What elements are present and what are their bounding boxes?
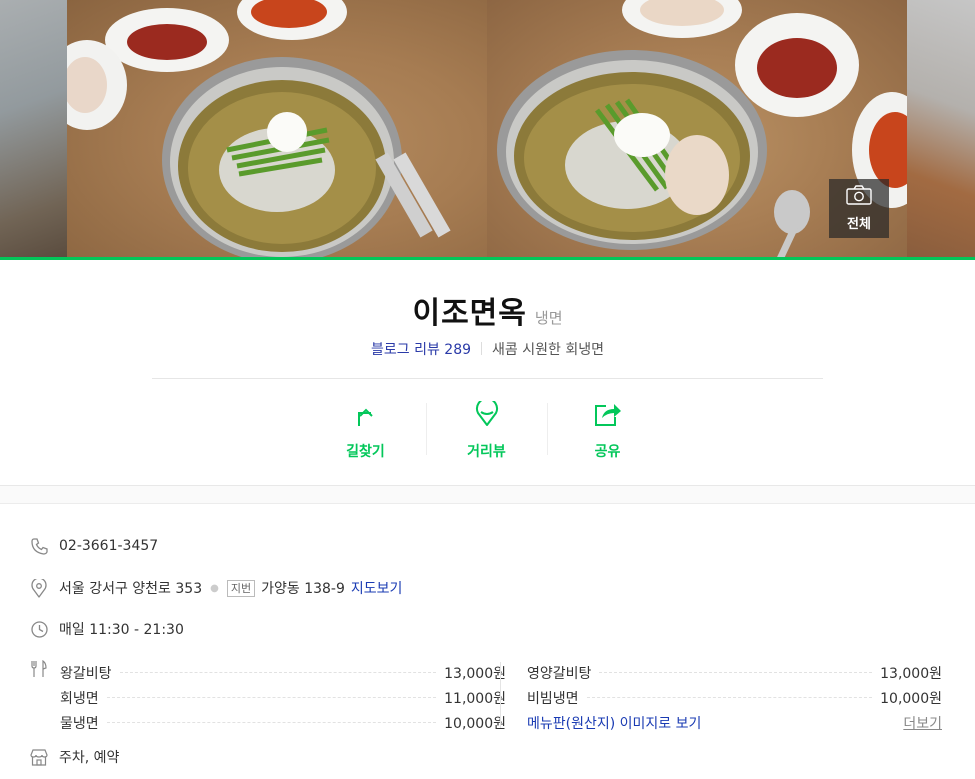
menu-leader xyxy=(106,697,437,698)
more-menu-link[interactable]: 더보기 xyxy=(903,713,942,733)
menu-item-price: 13,000원 xyxy=(444,665,506,682)
storefront-icon xyxy=(30,748,48,766)
menu-item-name: 왕갈비탕 xyxy=(60,665,112,682)
photo-thumb-left[interactable] xyxy=(0,0,67,257)
phone-number[interactable]: 02-3661-3457 xyxy=(59,538,158,554)
menu-leader xyxy=(119,672,437,673)
road-address: 서울 강서구 양천로 353 xyxy=(59,581,203,597)
street-view-button[interactable]: 거리뷰 xyxy=(426,395,547,465)
menu-leader xyxy=(106,722,437,723)
jibun-badge: 지번 xyxy=(226,579,256,597)
menu-list-right: 영양갈비탕 13,000원 비빔냉면 10,000원 메뉴판(원산지) 이미지로… xyxy=(527,660,942,735)
photo-naengmyeon-1[interactable] xyxy=(67,0,487,257)
place-subinfo: 블로그 리뷰 289 새콤 시원한 회냉면 xyxy=(0,339,975,359)
photo-gallery[interactable]: 전체 xyxy=(0,0,975,257)
share-icon xyxy=(594,401,622,431)
menu-leader xyxy=(586,697,873,698)
photo-naengmyeon-1-image xyxy=(67,0,451,257)
action-bar: 길찾기 거리뷰 공유 xyxy=(305,395,670,465)
section-gap xyxy=(0,486,975,504)
street-view-label: 거리뷰 xyxy=(467,444,506,460)
hours-row: 매일 11:30 - 21:30 xyxy=(30,619,184,639)
business-hours: 매일 11:30 - 21:30 xyxy=(59,622,184,638)
facilities-text: 주차, 예약 xyxy=(59,750,120,766)
menu-item-name: 영양갈비탕 xyxy=(527,665,592,682)
accent-divider xyxy=(0,257,975,260)
jibun-address: 가양동 138-9 xyxy=(261,581,345,597)
phone-row: 02-3661-3457 xyxy=(30,537,158,555)
menu-item: 물냉면 10,000원 xyxy=(60,710,506,735)
facility-row: 주차, 예약 xyxy=(30,747,119,767)
menu-leader xyxy=(599,672,873,673)
menu-item: 영양갈비탕 13,000원 xyxy=(527,660,942,685)
fork-knife-icon xyxy=(30,659,48,678)
menu-item-name: 물냉면 xyxy=(60,715,99,732)
directions-label: 길찾기 xyxy=(346,444,385,460)
share-label: 공유 xyxy=(594,444,621,460)
menu-item-price: 10,000원 xyxy=(880,690,942,707)
menu-item-price: 11,000원 xyxy=(444,690,506,707)
header-divider xyxy=(152,378,823,379)
blog-review-link[interactable]: 블로그 리뷰 289 xyxy=(371,342,471,358)
menu-item-price: 13,000원 xyxy=(880,665,942,682)
menu-item-name: 회냉면 xyxy=(60,690,99,707)
address-dot-separator: ● xyxy=(210,582,219,594)
place-description: 새콤 시원한 회냉면 xyxy=(492,342,604,358)
menu-item-price: 10,000원 xyxy=(444,715,506,732)
subinfo-separator xyxy=(481,342,483,355)
clock-icon xyxy=(30,620,48,638)
place-category: 냉면 xyxy=(534,309,563,327)
location-pin-icon xyxy=(30,578,48,598)
place-header: 이조면옥 냉면 xyxy=(0,288,975,332)
camera-icon xyxy=(846,185,872,209)
phone-icon xyxy=(30,537,48,555)
address-row: 서울 강서구 양천로 353 ● 지번 가양동 138-9 지도보기 xyxy=(30,578,402,598)
directions-button[interactable]: 길찾기 xyxy=(305,395,426,465)
place-title: 이조면옥 xyxy=(412,296,527,331)
menu-item: 회냉면 11,000원 xyxy=(60,685,506,710)
view-map-link[interactable]: 지도보기 xyxy=(351,578,403,598)
menu-column-divider xyxy=(500,662,501,728)
menu-item: 왕갈비탕 13,000원 xyxy=(60,660,506,685)
street-view-icon xyxy=(475,397,499,431)
menu-section: 왕갈비탕 13,000원 회냉면 11,000원 물냉면 10,000원 영양갈… xyxy=(30,659,945,740)
menu-board-link[interactable]: 메뉴판(원산지) 이미지로 보기 xyxy=(527,713,701,733)
share-button[interactable]: 공유 xyxy=(547,395,668,465)
all-photos-button[interactable]: 전체 xyxy=(829,179,889,238)
menu-list-left: 왕갈비탕 13,000원 회냉면 11,000원 물냉면 10,000원 xyxy=(60,660,506,735)
menu-item-name: 비빔냉면 xyxy=(527,690,579,707)
menu-item: 비빔냉면 10,000원 xyxy=(527,685,942,710)
all-photos-label: 전체 xyxy=(847,217,871,232)
directions-icon xyxy=(354,401,378,431)
photo-thumb-right[interactable] xyxy=(907,0,975,257)
menu-footer: 메뉴판(원산지) 이미지로 보기 더보기 xyxy=(527,710,942,735)
